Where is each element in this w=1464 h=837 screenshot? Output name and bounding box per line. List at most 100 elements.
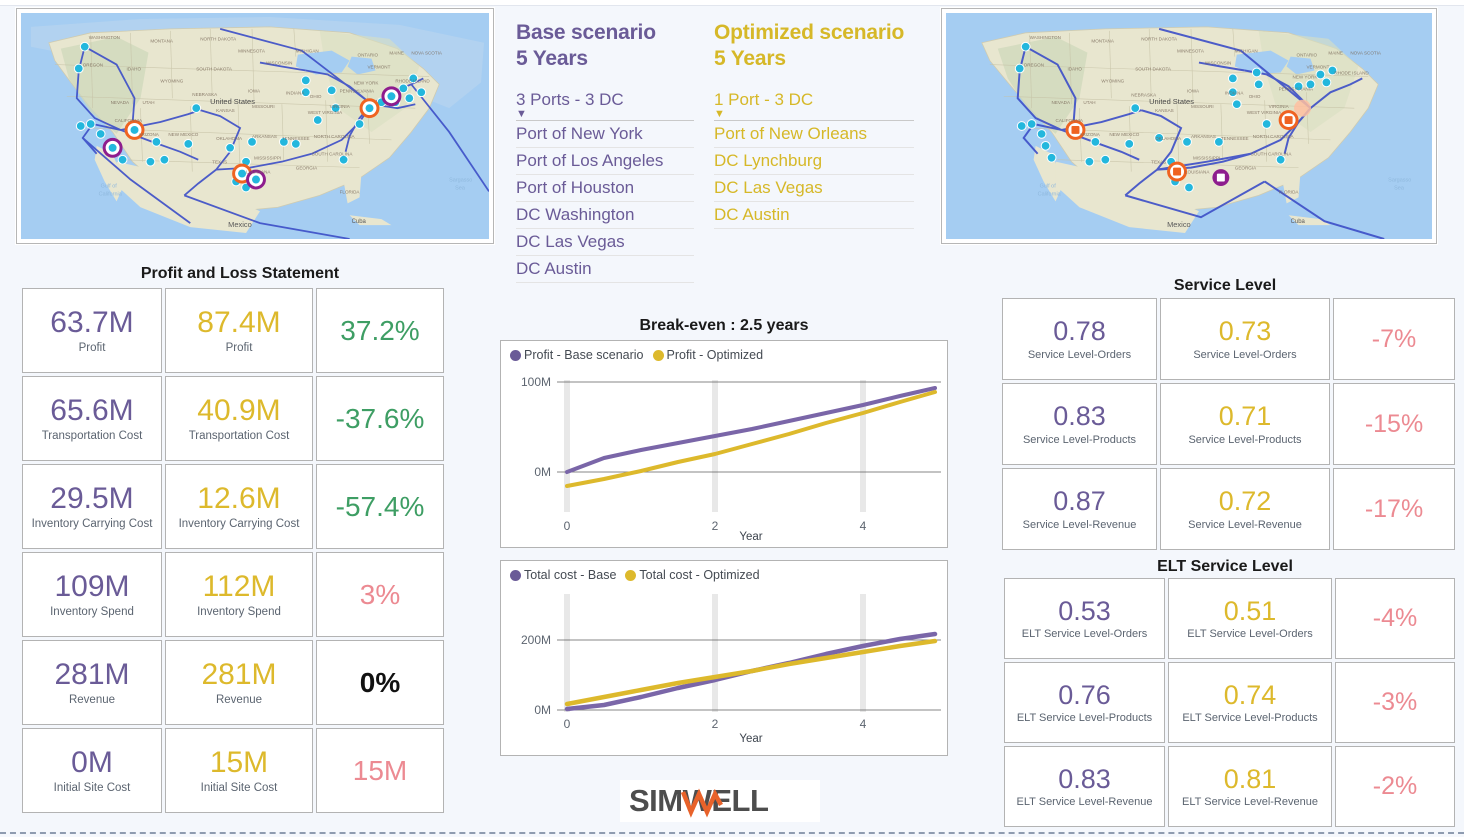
map-base-scenario[interactable]: MONTANA NORTH DAKOTA MINNESOTA SOUTH DAKOT… (16, 8, 494, 244)
kpi-label: Inventory Spend (197, 605, 281, 618)
list-item[interactable]: DC Las Vegas (714, 175, 914, 202)
table-row[interactable]: -4% (1335, 578, 1455, 659)
svg-text:United States: United States (1149, 97, 1194, 106)
legend-item-base[interactable]: Total cost - Base (510, 568, 616, 582)
list-item[interactable]: Port of New York (516, 121, 694, 148)
list-item[interactable]: DC Las Vegas (516, 229, 694, 256)
list-item[interactable]: DC Lynchburg (714, 148, 914, 175)
map-base-graphic: MONTANA NORTH DAKOTA MINNESOTA SOUTH DAKOT… (21, 13, 489, 239)
table-row[interactable]: 3% (316, 552, 444, 637)
table-row[interactable]: 40.9M Transportation Cost (165, 376, 313, 461)
table-row[interactable]: 0.83 Service Level-Products (1002, 383, 1157, 465)
kpi-value-base: 65.6M (50, 394, 134, 428)
svg-text:Sea: Sea (455, 185, 466, 191)
list-item[interactable]: Port of Houston (516, 175, 694, 202)
table-row[interactable]: 0.74 ELT Service Level-Products (1168, 662, 1332, 743)
page-title-service-level: Service Level (1173, 277, 1277, 294)
map-optimized-canvas[interactable]: MONTANA NORTH DAKOTA MINNESOTA SOUTH DAKOT… (946, 13, 1432, 239)
table-row[interactable]: 15M (316, 728, 444, 813)
table-row[interactable]: -2% (1335, 746, 1455, 827)
kpi-value-base: 0.83 (1058, 763, 1111, 794)
list-item[interactable]: Port of Los Angeles (516, 148, 694, 175)
optimized-scenario-title-line1: Optimized scenario (714, 21, 905, 44)
table-row[interactable]: 0% (316, 640, 444, 725)
kpi-label: ELT Service Level-Orders (1021, 628, 1148, 641)
chart-total-cost[interactable]: Total cost - Base Total cost - Optimized… (500, 560, 948, 756)
table-row[interactable]: 29.5M Inventory Carrying Cost (22, 464, 162, 549)
legend-item-optimized[interactable]: Profit - Optimized (652, 348, 763, 362)
table-row[interactable]: 0.73 Service Level-Orders (1160, 298, 1330, 380)
chart-plot-total-cost: 200M 0M 0 2 4 Year (521, 594, 941, 745)
kpi-label: ELT Service Level-Orders (1187, 628, 1313, 641)
svg-text:FLORIDA: FLORIDA (1279, 189, 1300, 194)
series-line-base (565, 386, 937, 474)
optimized-scenario-selector[interactable]: 1 Port - 3 DC ▼ (714, 89, 914, 121)
table-row[interactable]: 112M Inventory Spend (165, 552, 313, 637)
svg-text:Sargasso: Sargasso (449, 178, 472, 184)
table-row[interactable]: 0.83 ELT Service Level-Revenue (1004, 746, 1165, 827)
table-row[interactable]: 281M Revenue (165, 640, 313, 725)
table-row[interactable]: 109M Inventory Spend (22, 552, 162, 637)
kpi-label: Transportation Cost (41, 429, 143, 442)
table-row[interactable]: 0.81 ELT Service Level-Revenue (1168, 746, 1332, 827)
table-row[interactable]: 0.53 ELT Service Level-Orders (1004, 578, 1165, 659)
table-row[interactable]: -15% (1333, 383, 1455, 465)
base-scenario-title-line2: 5 Years (516, 47, 588, 70)
legend-item-base[interactable]: Profit - Base scenario (510, 348, 644, 362)
svg-text:NORTH CAROLINA: NORTH CAROLINA (314, 134, 356, 139)
table-row[interactable]: -3% (1335, 662, 1455, 743)
kpi-value-optimized: 40.9M (197, 394, 281, 428)
svg-text:VIRGINIA: VIRGINIA (330, 104, 351, 109)
table-row[interactable]: 281M Revenue (22, 640, 162, 725)
table-row[interactable]: 0.87 Service Level-Revenue (1002, 468, 1157, 550)
table-row[interactable]: -7% (1333, 298, 1455, 380)
legend-item-optimized[interactable]: Total cost - Optimized (625, 568, 760, 582)
svg-text:ARIZONA: ARIZONA (138, 132, 159, 137)
svg-text:ONTARIO: ONTARIO (1297, 53, 1318, 58)
table-row[interactable]: 15M Initial Site Cost (165, 728, 313, 813)
table-row[interactable]: 0M Initial Site Cost (22, 728, 162, 813)
table-row[interactable]: -17% (1333, 468, 1455, 550)
kpi-value-base: 0.76 (1058, 679, 1111, 710)
base-scenario-selector[interactable]: 3 Ports - 3 DC ▼ (516, 89, 694, 121)
page-title-elt-service-level: ELT Service Level (1157, 558, 1293, 575)
table-row[interactable]: -57.4% (316, 464, 444, 549)
table-row[interactable]: 65.6M Transportation Cost (22, 376, 162, 461)
table-row[interactable]: 0.78 Service Level-Orders (1002, 298, 1157, 380)
kpi-value-optimized: 0.51 (1223, 595, 1277, 626)
list-item[interactable]: DC Austin (714, 202, 914, 229)
svg-text:NORTH CAROLINA: NORTH CAROLINA (1253, 134, 1295, 139)
svg-text:IOWA: IOWA (1187, 88, 1200, 93)
bottom-divider (0, 832, 1464, 834)
map-optimized-scenario[interactable]: MONTANA NORTH DAKOTA MINNESOTA SOUTH DAKOT… (941, 8, 1437, 244)
table-row[interactable]: 0.76 ELT Service Level-Products (1004, 662, 1165, 743)
table-row[interactable]: 0.71 Service Level-Products (1160, 383, 1330, 465)
svg-text:Gulf of: Gulf of (1040, 183, 1057, 189)
table-row[interactable]: -37.6% (316, 376, 444, 461)
y-tick-label: 0M (534, 703, 551, 717)
chart-breakeven-profit[interactable]: Profit - Base scenario Profit - Optimize… (500, 340, 948, 548)
list-item[interactable]: Port of New Orleans (714, 121, 914, 148)
map-base-canvas[interactable]: MONTANA NORTH DAKOTA MINNESOTA SOUTH DAKOT… (21, 13, 489, 239)
table-row[interactable]: 63.7M Profit (22, 288, 162, 373)
legend-label: Profit - Base scenario (524, 348, 644, 362)
kpi-delta: -3% (1372, 688, 1418, 717)
table-row[interactable]: 0.72 Service Level-Revenue (1160, 468, 1330, 550)
kpi-label: Profit (225, 341, 253, 354)
table-row[interactable]: 87.4M Profit (165, 288, 313, 373)
chevron-down-icon[interactable]: ▼ (516, 109, 694, 120)
table-row[interactable]: 0.51 ELT Service Level-Orders (1168, 578, 1332, 659)
kpi-label: Inventory Spend (50, 605, 134, 618)
table-row[interactable]: 12.6M Inventory Carrying Cost (165, 464, 313, 549)
kpi-value-optimized: 112M (202, 570, 276, 604)
svg-text:OKLAHOMA: OKLAHOMA (216, 136, 243, 141)
list-item[interactable]: DC Washington (516, 202, 694, 229)
list-item[interactable]: DC Austin (516, 256, 694, 283)
svg-text:WEST VIRGINIA: WEST VIRGINIA (308, 110, 343, 115)
table-row[interactable]: 37.2% (316, 288, 444, 373)
svg-text:INDIANA: INDIANA (1225, 90, 1245, 95)
svg-text:WASHINGTON: WASHINGTON (89, 35, 120, 40)
kpi-delta: 37.2% (340, 314, 420, 346)
chevron-down-icon[interactable]: ▼ (714, 109, 914, 120)
kpi-label: Service Level-Products (1188, 433, 1302, 446)
